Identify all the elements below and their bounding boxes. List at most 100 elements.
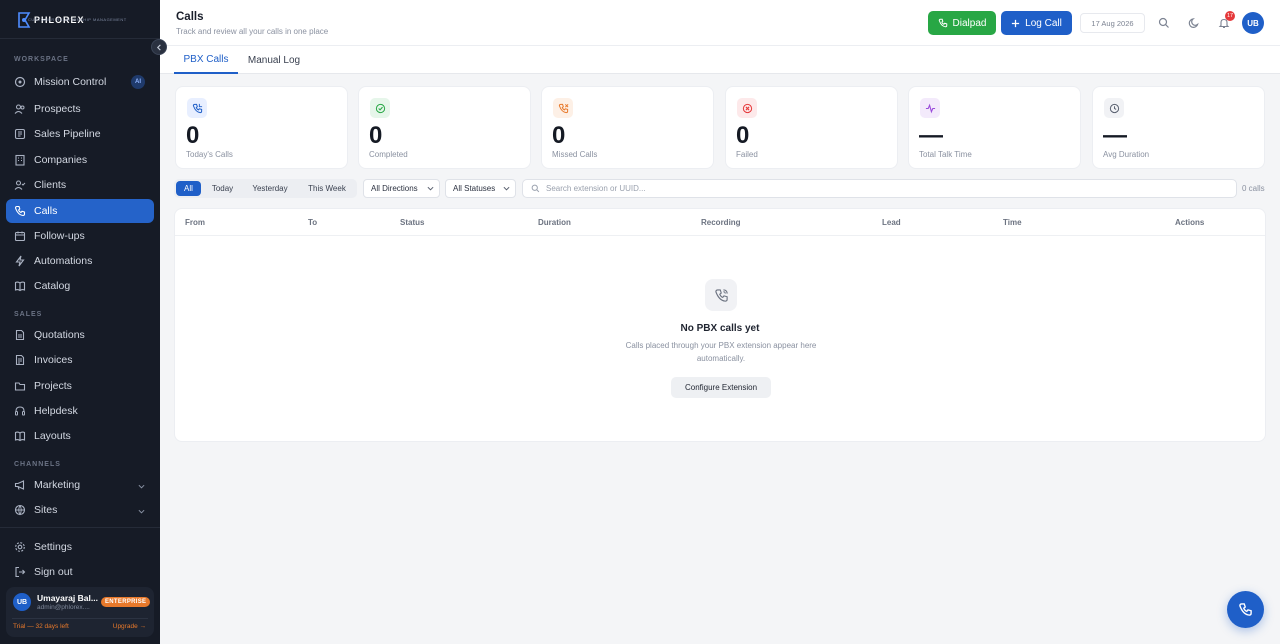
stat-value: 0 (736, 122, 750, 149)
avatar[interactable]: UB (1242, 12, 1264, 34)
trial-status: Trial — 32 days left (13, 623, 69, 630)
phone-icon (1239, 603, 1252, 616)
upgrade-link[interactable]: Upgrade → (113, 623, 146, 630)
sidebar-item-marketing[interactable]: Marketing (6, 473, 154, 497)
status-select[interactable]: All Statuses (445, 179, 516, 198)
date-range-segmented-control: All Today Yesterday This Week (174, 179, 357, 198)
sidebar-item-projects[interactable]: Projects (6, 374, 154, 398)
column-header-lead[interactable]: Lead (882, 218, 901, 227)
sidebar-item-invoices[interactable]: Invoices (6, 348, 154, 372)
floating-call-button[interactable] (1227, 591, 1264, 628)
book-icon (14, 280, 26, 292)
tab-pbx-calls[interactable]: PBX Calls (174, 46, 238, 74)
logo-tagline: CUSTOMER RELATIONSHIP MANAGEMENT (28, 17, 127, 22)
page-header: Calls Track and review all your calls in… (160, 0, 1280, 46)
sidebar-item-catalog[interactable]: Catalog (6, 274, 154, 298)
segment-all[interactable]: All (176, 181, 201, 196)
stat-label: Missed Calls (552, 150, 598, 159)
empty-state-description: Calls placed through your PBX extension … (625, 341, 817, 363)
segment-this-week[interactable]: This Week (301, 181, 353, 196)
column-header-to[interactable]: To (308, 218, 317, 227)
user-card[interactable]: UB Umayaraj Bal... admin@phlorex.... ENT… (6, 587, 154, 637)
sidebar-item-label: Layouts (34, 430, 71, 442)
dialpad-label: Dialpad (952, 17, 987, 29)
segment-today[interactable]: Today (205, 181, 240, 196)
sign-out-icon (14, 566, 26, 578)
sidebar-divider (0, 527, 160, 528)
sidebar-item-label: Companies (34, 154, 88, 166)
date-chip: 17 Aug 2026 (1080, 13, 1145, 33)
sidebar-item-automations[interactable]: Automations (6, 249, 154, 273)
invoice-icon (14, 354, 26, 366)
stat-card-missed-calls: 0 Missed Calls (541, 86, 714, 169)
stat-value: 0 (186, 122, 200, 149)
stat-label: Failed (736, 150, 758, 159)
stat-label: Total Talk Time (919, 150, 972, 159)
column-header-duration[interactable]: Duration (538, 218, 571, 227)
sidebar-item-label: Projects (34, 380, 72, 392)
plan-badge: ENTERPRISE (101, 597, 151, 607)
stat-value: — (1103, 122, 1127, 149)
section-label-sales: SALES (14, 311, 43, 318)
sidebar-item-label: Clients (34, 179, 67, 191)
column-header-time[interactable]: Time (1003, 218, 1022, 227)
column-header-from[interactable]: From (185, 218, 205, 227)
column-header-recording[interactable]: Recording (701, 218, 741, 227)
stat-card-todays-calls: 0 Today's Calls (175, 86, 348, 169)
moon-icon[interactable] (1187, 16, 1200, 29)
direction-select[interactable]: All Directions (363, 179, 440, 198)
column-header-status[interactable]: Status (400, 218, 424, 227)
sidebar: PHLOREX CUSTOMER RELATIONSHIP MANAGEMENT… (0, 0, 167, 644)
call-count: 0 calls (1242, 184, 1265, 193)
sidebar-item-quotations[interactable]: Quotations (6, 323, 154, 347)
folder-icon (14, 380, 26, 392)
stat-value: 0 (369, 122, 383, 149)
sidebar-item-mission-control[interactable]: Mission Control AI (6, 70, 154, 94)
sidebar-item-label: Sign out (34, 566, 73, 578)
phone-icon (14, 205, 26, 217)
configure-extension-button[interactable]: Configure Extension (671, 377, 771, 398)
chevron-left-icon (156, 43, 161, 51)
sidebar-item-sites[interactable]: Sites (6, 498, 154, 522)
collapse-sidebar-button[interactable] (151, 39, 167, 55)
sidebar-item-calls[interactable]: Calls (6, 199, 154, 223)
avatar[interactable]: UB (13, 593, 31, 611)
user-check-icon (14, 179, 26, 191)
search-icon[interactable] (1157, 16, 1170, 29)
activity-icon (920, 98, 940, 118)
sidebar-item-sign-out[interactable]: Sign out (6, 560, 154, 584)
sidebar-item-label: Helpdesk (34, 405, 78, 417)
direction-select-value: All Directions (371, 184, 418, 193)
sidebar-item-helpdesk[interactable]: Helpdesk (6, 399, 154, 423)
chevron-down-icon (138, 506, 145, 518)
log-call-button[interactable]: Log Call (1001, 11, 1072, 35)
sidebar-divider (0, 38, 160, 39)
trial-status-text: Trial — 32 days left (13, 623, 69, 630)
sidebar-item-label: Prospects (34, 103, 81, 115)
sidebar-item-layouts[interactable]: Layouts (6, 424, 154, 448)
sidebar-item-follow-ups[interactable]: Follow-ups (6, 224, 154, 248)
sidebar-item-settings[interactable]: Settings (6, 535, 154, 559)
stat-card-total-talk-time: — Total Talk Time (908, 86, 1081, 169)
search-input[interactable] (546, 184, 1206, 193)
sidebar-item-companies[interactable]: Companies (6, 148, 154, 172)
users-icon (14, 103, 26, 115)
document-icon (14, 329, 26, 341)
stat-value: 0 (552, 122, 566, 149)
stat-value: — (919, 122, 943, 149)
tab-manual-log[interactable]: Manual Log (244, 46, 304, 74)
user-name: Umayaraj Bal... (37, 593, 98, 603)
sidebar-item-label: Mission Control (34, 76, 107, 88)
sidebar-item-clients[interactable]: Clients (6, 173, 154, 197)
target-icon (14, 76, 26, 88)
sidebar-item-prospects[interactable]: Prospects (6, 97, 154, 121)
segment-yesterday[interactable]: Yesterday (245, 181, 295, 196)
page-title: Calls (176, 11, 204, 23)
globe-icon (14, 504, 26, 516)
sidebar-item-label: Catalog (34, 280, 71, 292)
dialpad-button[interactable]: Dialpad (928, 11, 996, 35)
column-header-actions: Actions (1175, 218, 1205, 227)
layout-icon (14, 430, 26, 442)
sidebar-item-sales-pipeline[interactable]: Sales Pipeline (6, 122, 154, 146)
table-header: From To Status Duration Recording Lead T… (175, 209, 1265, 236)
